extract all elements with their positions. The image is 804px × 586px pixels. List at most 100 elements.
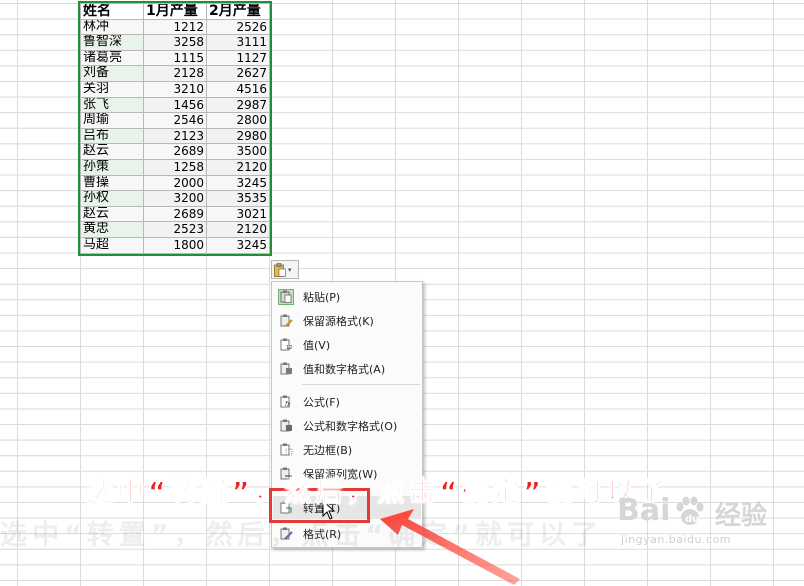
cell-name[interactable]: 关羽 bbox=[80, 80, 144, 98]
cell-name[interactable]: 诸葛亮 bbox=[80, 49, 144, 67]
cell-jan[interactable]: 2546 bbox=[143, 112, 207, 129]
cell-name[interactable]: 马超 bbox=[80, 236, 144, 254]
table-row: 刘备 2128 2627 bbox=[80, 65, 270, 82]
cell-name[interactable]: 孙策 bbox=[80, 158, 144, 176]
keep-source-format-icon bbox=[278, 313, 294, 329]
cell-feb[interactable]: 3111 bbox=[206, 34, 270, 51]
menu-item-keep-source-format[interactable]: 保留源格式(K) bbox=[273, 309, 421, 332]
svg-text:12: 12 bbox=[286, 345, 292, 351]
cell-jan[interactable]: 1212 bbox=[143, 18, 207, 36]
cell-name[interactable]: 曹操 bbox=[80, 174, 144, 192]
cell-jan[interactable]: 3210 bbox=[143, 80, 207, 98]
formula-number-format-icon bbox=[278, 418, 294, 434]
header-cell-feb[interactable]: 2月产量 bbox=[206, 3, 270, 20]
formula-icon: fx bbox=[278, 394, 294, 410]
cell-name[interactable]: 孙权 bbox=[80, 190, 144, 207]
cell-jan[interactable]: 2123 bbox=[143, 127, 207, 145]
cell-name[interactable]: 赵云 bbox=[80, 143, 144, 160]
table-row: 关羽 3210 4516 bbox=[80, 80, 270, 98]
cell-name[interactable]: 张飞 bbox=[80, 96, 144, 114]
cell-name[interactable]: 鲁智深 bbox=[80, 34, 144, 51]
cell-feb[interactable]: 3021 bbox=[206, 205, 270, 223]
cell-name[interactable]: 黄忠 bbox=[80, 221, 144, 238]
menu-item-label: 值(V) bbox=[303, 338, 331, 352]
table-row: 周瑜 2546 2800 bbox=[80, 112, 270, 129]
table-row: 诸葛亮 1115 1127 bbox=[80, 49, 270, 67]
cell-jan[interactable]: 3200 bbox=[143, 190, 207, 207]
menu-item-no-border[interactable]: 无边框(B) bbox=[273, 438, 421, 461]
menu-item-formula[interactable]: fx 公式(F) bbox=[273, 390, 421, 413]
cell-jan[interactable]: 1800 bbox=[143, 236, 207, 254]
cell-jan[interactable]: 2000 bbox=[143, 174, 207, 192]
cell-feb[interactable]: 3245 bbox=[206, 236, 270, 254]
watermark-suffix: 经验 bbox=[715, 501, 768, 531]
menu-item-formula-number-format[interactable]: 公式和数字格式(O) bbox=[273, 414, 421, 437]
spreadsheet-left-column[interactable] bbox=[0, 0, 81, 586]
table-row: 林冲 1212 2526 bbox=[80, 18, 270, 36]
cell-name[interactable]: 吕布 bbox=[80, 127, 144, 145]
cell-feb[interactable]: 2980 bbox=[206, 127, 270, 145]
cell-feb[interactable]: 3500 bbox=[206, 143, 270, 160]
header-row: 姓名 1月产量 2月产量 bbox=[80, 3, 270, 20]
menu-item-values-number-format[interactable]: 值和数字格式(A) bbox=[273, 357, 421, 380]
watermark-url: jingyan.baidu.com bbox=[621, 533, 732, 546]
cell-feb[interactable]: 2627 bbox=[206, 65, 270, 82]
paw-icon: du bbox=[676, 496, 704, 525]
table-row: 赵云 2689 3500 bbox=[80, 143, 270, 160]
table-row: 赵云 2689 3021 bbox=[80, 205, 270, 223]
table-row: 张飞 1456 2987 bbox=[80, 96, 270, 114]
menu-item-label: 无边框(B) bbox=[303, 443, 353, 457]
cell-jan[interactable]: 1115 bbox=[143, 49, 207, 67]
watermark-brand: Bai bbox=[617, 493, 671, 528]
cell-feb[interactable]: 4516 bbox=[206, 80, 270, 98]
cell-jan[interactable]: 2523 bbox=[143, 221, 207, 238]
cell-jan[interactable]: 2128 bbox=[143, 65, 207, 82]
paste-icon bbox=[278, 288, 294, 305]
table-row: 鲁智深 3258 3111 bbox=[80, 34, 270, 51]
baidu-watermark: Bai du 经验 jingyan.baidu.com bbox=[617, 493, 802, 553]
table-row: 马超 1800 3245 bbox=[80, 236, 270, 254]
table-row: 黄忠 2523 2120 bbox=[80, 221, 270, 238]
menu-item-paste[interactable]: 粘贴(P) bbox=[273, 285, 421, 308]
cell-jan[interactable]: 1258 bbox=[143, 158, 207, 176]
table-row: 吕布 2123 2980 bbox=[80, 127, 270, 145]
menu-item-label: 粘贴(P) bbox=[303, 290, 341, 304]
cell-jan[interactable]: 3258 bbox=[143, 34, 207, 51]
values-number-format-icon bbox=[278, 361, 294, 377]
pasted-data-table[interactable]: 姓名 1月产量 2月产量 林冲 1212 2526 鲁智深 3258 3111 诸葛亮 111… bbox=[78, 1, 272, 256]
cell-feb[interactable]: 1127 bbox=[206, 49, 270, 67]
header-cell-jan[interactable]: 1月产量 bbox=[143, 3, 207, 20]
svg-text:du: du bbox=[685, 514, 699, 525]
menu-item-values[interactable]: 12 值(V) bbox=[273, 333, 421, 356]
cell-name[interactable]: 林冲 bbox=[80, 18, 144, 36]
cell-jan[interactable]: 2689 bbox=[143, 143, 207, 160]
table-row: 曹操 2000 3245 bbox=[80, 174, 270, 192]
no-border-icon bbox=[278, 442, 294, 458]
ghost-caption: 选中“转置”，然后，点击“确定”就可以了 bbox=[0, 520, 603, 551]
svg-text:fx: fx bbox=[285, 401, 291, 408]
cell-feb[interactable]: 2120 bbox=[206, 221, 270, 238]
cell-jan[interactable]: 1456 bbox=[143, 96, 207, 114]
cell-name[interactable]: 赵云 bbox=[80, 205, 144, 223]
paste-options-button[interactable]: ▾ bbox=[271, 260, 299, 279]
menu-item-label: 值和数字格式(A) bbox=[303, 362, 386, 376]
menu-separator bbox=[302, 384, 420, 385]
menu-item-label: 公式(F) bbox=[303, 395, 340, 409]
paste-values-icon: 12 bbox=[278, 337, 294, 353]
cell-name[interactable]: 刘备 bbox=[80, 65, 144, 82]
cell-feb[interactable]: 2120 bbox=[206, 158, 270, 176]
clipboard-icon bbox=[274, 262, 286, 277]
cell-feb[interactable]: 2800 bbox=[206, 112, 270, 129]
cell-jan[interactable]: 2689 bbox=[143, 205, 207, 223]
cell-name[interactable]: 周瑜 bbox=[80, 112, 144, 129]
menu-item-label: 保留源格式(K) bbox=[303, 314, 374, 328]
cell-feb[interactable]: 2526 bbox=[206, 18, 270, 36]
chevron-down-icon: ▾ bbox=[288, 265, 292, 274]
cell-feb[interactable]: 2987 bbox=[206, 96, 270, 114]
table-row: 孙策 1258 2120 bbox=[80, 158, 270, 176]
table-row: 孙权 3200 3535 bbox=[80, 190, 270, 207]
header-cell-name[interactable]: 姓名 bbox=[80, 3, 144, 20]
cell-feb[interactable]: 3245 bbox=[206, 174, 270, 192]
cell-feb[interactable]: 3535 bbox=[206, 190, 270, 207]
menu-item-label: 公式和数字格式(O) bbox=[303, 419, 398, 433]
